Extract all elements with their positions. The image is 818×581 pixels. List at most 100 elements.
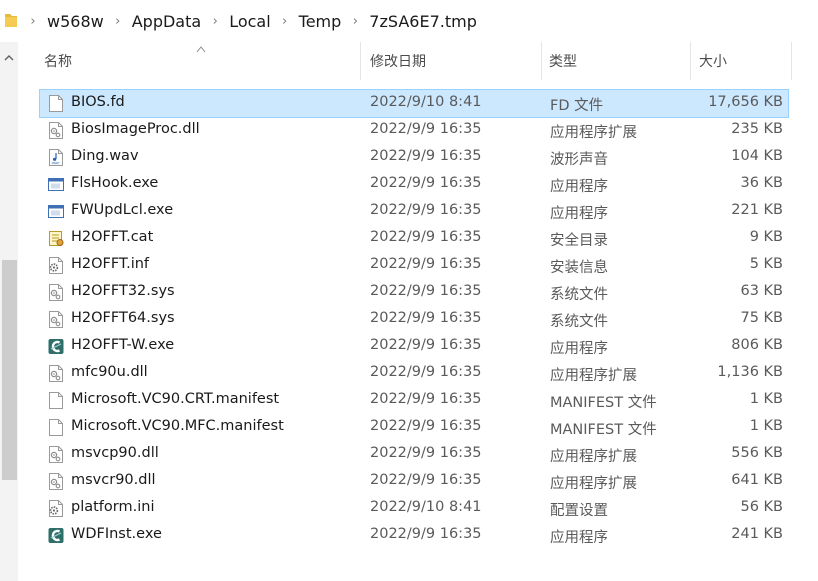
file-row[interactable]: msvcr90.dll 2022/9/9 16:35 应用程序扩展 641 KB <box>40 468 788 495</box>
file-row[interactable]: platform.ini 2022/9/10 8:41 配置设置 56 KB <box>40 495 788 522</box>
file-row[interactable]: FWUpdLcl.exe 2022/9/9 16:35 应用程序 221 KB <box>40 198 788 225</box>
file-row[interactable]: Microsoft.VC90.MFC.manifest 2022/9/9 16:3… <box>40 414 788 441</box>
file-modified: 2022/9/9 16:35 <box>370 391 482 407</box>
generic-file-icon <box>48 419 64 436</box>
file-modified: 2022/9/9 16:35 <box>370 418 482 434</box>
file-row[interactable]: mfc90u.dll 2022/9/9 16:35 应用程序扩展 1,136 KB <box>40 360 788 387</box>
file-type: 系统文件 <box>550 287 608 303</box>
file-row[interactable]: H2OFFT-W.exe 2022/9/9 16:35 应用程序 806 KB <box>40 333 788 360</box>
breadcrumb-item-appdata[interactable]: AppData <box>127 12 206 31</box>
file-name: Ding.wav <box>71 148 139 164</box>
file-type: FD 文件 <box>550 98 604 114</box>
file-row[interactable]: H2OFFT.inf 2022/9/9 16:35 安装信息 5 KB <box>40 252 788 279</box>
file-type: 应用程序 <box>550 530 608 546</box>
file-name: mfc90u.dll <box>71 364 148 380</box>
file-modified: 2022/9/9 16:35 <box>370 202 482 218</box>
file-row[interactable]: FlsHook.exe 2022/9/9 16:35 应用程序 36 KB <box>40 171 788 198</box>
file-size: 5 KB <box>749 256 783 272</box>
file-modified: 2022/9/9 16:35 <box>370 337 482 353</box>
file-size: 221 KB <box>731 202 783 218</box>
file-row[interactable]: Microsoft.VC90.CRT.manifest 2022/9/9 16:3… <box>40 387 788 414</box>
file-size: 63 KB <box>740 283 783 299</box>
file-modified: 2022/9/9 16:35 <box>370 526 482 542</box>
address-bar[interactable]: › w568w › AppData › Local › Temp › 7zSA6… <box>0 0 818 43</box>
file-type: 应用程序 <box>550 179 608 195</box>
exe-window-icon <box>48 176 64 193</box>
folder-icon <box>5 14 17 27</box>
file-name: BiosImageProc.dll <box>71 121 200 137</box>
settings-file-icon <box>48 257 64 274</box>
file-type: 波形声音 <box>550 152 608 168</box>
column-type[interactable]: 类型 <box>543 42 691 80</box>
chevron-right-icon[interactable]: › <box>346 14 364 29</box>
file-row[interactable]: BiosImageProc.dll 2022/9/9 16:35 应用程序扩展 235… <box>40 117 788 144</box>
dll-file-icon <box>48 473 64 490</box>
file-type: 应用程序扩展 <box>550 476 637 492</box>
svg-text:WAV: WAV <box>52 161 59 165</box>
file-type: 应用程序扩展 <box>550 449 637 465</box>
file-name: platform.ini <box>71 499 155 515</box>
chevron-right-icon[interactable]: › <box>109 14 127 29</box>
file-name: H2OFFT.cat <box>71 229 154 245</box>
dll-file-icon <box>48 284 64 301</box>
breadcrumb-item-user[interactable]: w568w <box>42 12 109 31</box>
file-type: 应用程序 <box>550 206 608 222</box>
file-type: MANIFEST 文件 <box>550 395 657 411</box>
chevron-right-icon[interactable]: › <box>206 14 224 29</box>
insyde-app-icon <box>48 338 64 355</box>
catalog-file-icon <box>48 230 64 247</box>
chevron-right-icon[interactable]: › <box>276 14 294 29</box>
file-size: 17,656 KB <box>708 94 783 110</box>
file-list: BIOS.fd 2022/9/10 8:41 FD 文件 17,656 KB BiosI… <box>39 89 790 549</box>
file-type: 安全目录 <box>550 233 608 249</box>
file-size: 75 KB <box>740 310 783 326</box>
file-row[interactable]: H2OFFT64.sys 2022/9/9 16:35 系统文件 75 KB <box>40 306 788 333</box>
column-size[interactable]: 大小 <box>692 42 792 80</box>
file-name: H2OFFT32.sys <box>71 283 175 299</box>
file-row[interactable]: H2OFFT32.sys 2022/9/9 16:35 系统文件 63 KB <box>40 279 788 306</box>
generic-file-icon <box>48 95 64 112</box>
breadcrumb-item-current[interactable]: 7zSA6E7.tmp <box>364 12 482 31</box>
file-name: Microsoft.VC90.MFC.manifest <box>71 418 284 434</box>
file-size: 104 KB <box>731 148 783 164</box>
file-name: msvcp90.dll <box>71 445 159 461</box>
scroll-up-icon[interactable] <box>3 52 15 64</box>
file-row[interactable]: H2OFFT.cat 2022/9/9 16:35 安全目录 9 KB <box>40 225 788 252</box>
breadcrumb-item-local[interactable]: Local <box>224 12 275 31</box>
breadcrumb-item-temp[interactable]: Temp <box>294 12 347 31</box>
column-modified-label: 修改日期 <box>370 54 426 70</box>
file-row[interactable]: WDFInst.exe 2022/9/9 16:35 应用程序 241 KB <box>40 522 788 549</box>
file-size: 36 KB <box>740 175 783 191</box>
chevron-right-icon[interactable]: › <box>24 14 42 29</box>
file-name: H2OFFT-W.exe <box>71 337 175 353</box>
file-size: 556 KB <box>731 445 783 461</box>
scrollbar-thumb[interactable] <box>2 260 17 480</box>
file-size: 641 KB <box>731 472 783 488</box>
file-type: 应用程序 <box>550 341 608 357</box>
file-size: 9 KB <box>749 229 783 245</box>
file-modified: 2022/9/10 8:41 <box>370 499 482 515</box>
file-list-scroll-area <box>793 42 818 581</box>
column-name[interactable]: 名称 <box>18 42 361 80</box>
file-row[interactable]: WAV Ding.wav 2022/9/9 16:35 波形声音 104 KB <box>40 144 788 171</box>
file-size: 1,136 KB <box>717 364 783 380</box>
file-size: 1 KB <box>749 391 783 407</box>
audio-file-icon: WAV <box>48 149 64 166</box>
dll-file-icon <box>48 365 64 382</box>
file-row[interactable]: msvcp90.dll 2022/9/9 16:35 应用程序扩展 556 KB <box>40 441 788 468</box>
settings-file-icon <box>48 500 64 517</box>
file-modified: 2022/9/9 16:35 <box>370 310 482 326</box>
column-name-label: 名称 <box>44 54 72 70</box>
file-modified: 2022/9/9 16:35 <box>370 229 482 245</box>
column-modified[interactable]: 修改日期 <box>362 42 542 80</box>
file-row[interactable]: BIOS.fd 2022/9/10 8:41 FD 文件 17,656 KB <box>39 89 789 118</box>
exe-window-icon <box>48 203 64 220</box>
navigation-pane-scrollbar[interactable] <box>0 42 18 581</box>
file-name: Microsoft.VC90.CRT.manifest <box>71 391 280 407</box>
dll-file-icon <box>48 311 64 328</box>
file-name: msvcr90.dll <box>71 472 156 488</box>
breadcrumb: › w568w › AppData › Local › Temp › 7zSA6… <box>24 0 482 42</box>
file-size: 1 KB <box>749 418 783 434</box>
file-size: 806 KB <box>731 337 783 353</box>
file-modified: 2022/9/9 16:35 <box>370 175 482 191</box>
